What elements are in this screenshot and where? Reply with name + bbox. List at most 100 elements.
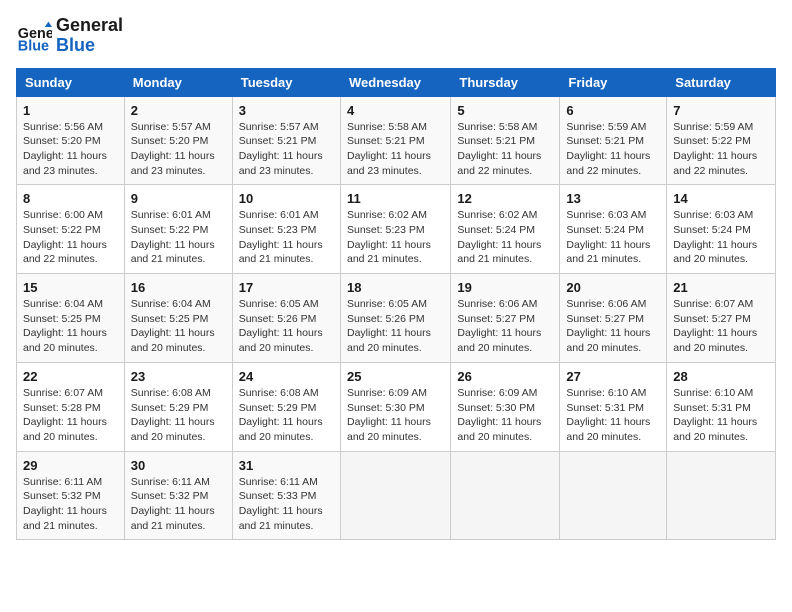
day-number: 19 xyxy=(457,280,553,295)
day-cell: 28 Sunrise: 6:10 AMSunset: 5:31 PMDayligh… xyxy=(667,362,776,451)
day-cell: 20 Sunrise: 6:06 AMSunset: 5:27 PMDayligh… xyxy=(560,274,667,363)
header-saturday: Saturday xyxy=(667,68,776,96)
day-info: Sunrise: 6:04 AMSunset: 5:25 PMDaylight:… xyxy=(23,297,118,356)
week-row-1: 1 Sunrise: 5:56 AMSunset: 5:20 PMDaylight… xyxy=(17,96,776,185)
day-info: Sunrise: 6:08 AMSunset: 5:29 PMDaylight:… xyxy=(239,386,334,445)
day-cell: 12 Sunrise: 6:02 AMSunset: 5:24 PMDayligh… xyxy=(451,185,560,274)
day-number: 12 xyxy=(457,191,553,206)
day-cell: 27 Sunrise: 6:10 AMSunset: 5:31 PMDayligh… xyxy=(560,362,667,451)
week-row-2: 8 Sunrise: 6:00 AMSunset: 5:22 PMDaylight… xyxy=(17,185,776,274)
day-cell: 7 Sunrise: 5:59 AMSunset: 5:22 PMDaylight… xyxy=(667,96,776,185)
day-number: 25 xyxy=(347,369,444,384)
day-number: 11 xyxy=(347,191,444,206)
day-number: 16 xyxy=(131,280,226,295)
header-friday: Friday xyxy=(560,68,667,96)
day-number: 29 xyxy=(23,458,118,473)
day-cell: 17Sunrise: 6:05 AMSunset: 5:26 PMDayligh… xyxy=(232,274,340,363)
day-cell: 23Sunrise: 6:08 AMSunset: 5:29 PMDayligh… xyxy=(124,362,232,451)
day-number: 1 xyxy=(23,103,118,118)
day-info: Sunrise: 6:09 AMSunset: 5:30 PMDaylight:… xyxy=(347,386,444,445)
day-cell: 18 Sunrise: 6:05 AMSunset: 5:26 PMDayligh… xyxy=(340,274,450,363)
day-number: 20 xyxy=(566,280,660,295)
day-info: Sunrise: 5:58 AMSunset: 5:21 PMDaylight:… xyxy=(457,120,553,179)
day-info: Sunrise: 5:58 AMSunset: 5:21 PMDaylight:… xyxy=(347,120,444,179)
day-cell: 1 Sunrise: 5:56 AMSunset: 5:20 PMDaylight… xyxy=(17,96,125,185)
day-cell: 13 Sunrise: 6:03 AMSunset: 5:24 PMDayligh… xyxy=(560,185,667,274)
day-cell xyxy=(340,451,450,540)
day-number: 27 xyxy=(566,369,660,384)
day-cell: 21Sunrise: 6:07 AMSunset: 5:27 PMDayligh… xyxy=(667,274,776,363)
day-number: 10 xyxy=(239,191,334,206)
week-row-4: 22Sunrise: 6:07 AMSunset: 5:28 PMDayligh… xyxy=(17,362,776,451)
day-number: 26 xyxy=(457,369,553,384)
day-info: Sunrise: 6:07 AMSunset: 5:28 PMDaylight:… xyxy=(23,386,118,445)
day-number: 3 xyxy=(239,103,334,118)
day-number: 6 xyxy=(566,103,660,118)
day-info: Sunrise: 6:10 AMSunset: 5:31 PMDaylight:… xyxy=(566,386,660,445)
day-cell: 4 Sunrise: 5:58 AMSunset: 5:21 PMDaylight… xyxy=(340,96,450,185)
day-info: Sunrise: 6:09 AMSunset: 5:30 PMDaylight:… xyxy=(457,386,553,445)
day-info: Sunrise: 6:01 AMSunset: 5:22 PMDaylight:… xyxy=(131,208,226,267)
day-number: 5 xyxy=(457,103,553,118)
day-number: 7 xyxy=(673,103,769,118)
logo: General Blue General Blue xyxy=(16,16,123,56)
day-info: Sunrise: 6:11 AMSunset: 5:32 PMDaylight:… xyxy=(131,475,226,534)
day-number: 4 xyxy=(347,103,444,118)
day-info: Sunrise: 6:02 AMSunset: 5:23 PMDaylight:… xyxy=(347,208,444,267)
day-number: 13 xyxy=(566,191,660,206)
header-tuesday: Tuesday xyxy=(232,68,340,96)
day-number: 18 xyxy=(347,280,444,295)
day-cell: 10 Sunrise: 6:01 AMSunset: 5:23 PMDayligh… xyxy=(232,185,340,274)
week-row-5: 29 Sunrise: 6:11 AMSunset: 5:32 PMDayligh… xyxy=(17,451,776,540)
header-monday: Monday xyxy=(124,68,232,96)
calendar-table: SundayMondayTuesdayWednesdayThursdayFrid… xyxy=(16,68,776,541)
day-info: Sunrise: 5:56 AMSunset: 5:20 PMDaylight:… xyxy=(23,120,118,179)
day-cell: 22Sunrise: 6:07 AMSunset: 5:28 PMDayligh… xyxy=(17,362,125,451)
calendar-header-row: SundayMondayTuesdayWednesdayThursdayFrid… xyxy=(17,68,776,96)
day-cell xyxy=(667,451,776,540)
day-number: 8 xyxy=(23,191,118,206)
day-number: 17 xyxy=(239,280,334,295)
day-info: Sunrise: 6:02 AMSunset: 5:24 PMDaylight:… xyxy=(457,208,553,267)
day-cell: 5 Sunrise: 5:58 AMSunset: 5:21 PMDaylight… xyxy=(451,96,560,185)
day-info: Sunrise: 6:01 AMSunset: 5:23 PMDaylight:… xyxy=(239,208,334,267)
day-cell: 3Sunrise: 5:57 AMSunset: 5:21 PMDaylight… xyxy=(232,96,340,185)
day-number: 14 xyxy=(673,191,769,206)
logo-icon: General Blue xyxy=(16,18,52,54)
day-number: 9 xyxy=(131,191,226,206)
day-info: Sunrise: 6:05 AMSunset: 5:26 PMDaylight:… xyxy=(347,297,444,356)
day-cell: 31 Sunrise: 6:11 AMSunset: 5:33 PMDayligh… xyxy=(232,451,340,540)
day-cell: 29Sunrise: 6:11 AMSunset: 5:32 PMDayligh… xyxy=(17,451,125,540)
day-cell: 8 Sunrise: 6:00 AMSunset: 5:22 PMDaylight… xyxy=(17,185,125,274)
day-number: 24 xyxy=(239,369,334,384)
day-cell: 14 Sunrise: 6:03 AMSunset: 5:24 PMDayligh… xyxy=(667,185,776,274)
day-info: Sunrise: 5:59 AMSunset: 5:22 PMDaylight:… xyxy=(673,120,769,179)
header-thursday: Thursday xyxy=(451,68,560,96)
day-cell: 19 Sunrise: 6:06 AMSunset: 5:27 PMDayligh… xyxy=(451,274,560,363)
day-cell: 26 Sunrise: 6:09 AMSunset: 5:30 PMDayligh… xyxy=(451,362,560,451)
day-cell: 30 Sunrise: 6:11 AMSunset: 5:32 PMDayligh… xyxy=(124,451,232,540)
day-info: Sunrise: 6:11 AMSunset: 5:33 PMDaylight:… xyxy=(239,475,334,534)
day-cell: 25 Sunrise: 6:09 AMSunset: 5:30 PMDayligh… xyxy=(340,362,450,451)
day-info: Sunrise: 5:57 AMSunset: 5:20 PMDaylight:… xyxy=(131,120,226,179)
day-info: Sunrise: 6:07 AMSunset: 5:27 PMDaylight:… xyxy=(673,297,769,356)
day-info: Sunrise: 6:08 AMSunset: 5:29 PMDaylight:… xyxy=(131,386,226,445)
day-info: Sunrise: 6:04 AMSunset: 5:25 PMDaylight:… xyxy=(131,297,226,356)
day-info: Sunrise: 6:10 AMSunset: 5:31 PMDaylight:… xyxy=(673,386,769,445)
day-info: Sunrise: 6:00 AMSunset: 5:22 PMDaylight:… xyxy=(23,208,118,267)
day-cell: 24 Sunrise: 6:08 AMSunset: 5:29 PMDayligh… xyxy=(232,362,340,451)
week-row-3: 15Sunrise: 6:04 AMSunset: 5:25 PMDayligh… xyxy=(17,274,776,363)
day-cell: 6Sunrise: 5:59 AMSunset: 5:21 PMDaylight… xyxy=(560,96,667,185)
day-info: Sunrise: 6:03 AMSunset: 5:24 PMDaylight:… xyxy=(673,208,769,267)
day-info: Sunrise: 6:06 AMSunset: 5:27 PMDaylight:… xyxy=(457,297,553,356)
day-cell: 15Sunrise: 6:04 AMSunset: 5:25 PMDayligh… xyxy=(17,274,125,363)
day-number: 31 xyxy=(239,458,334,473)
day-number: 28 xyxy=(673,369,769,384)
day-number: 30 xyxy=(131,458,226,473)
header-wednesday: Wednesday xyxy=(340,68,450,96)
svg-text:Blue: Blue xyxy=(18,38,49,54)
day-info: Sunrise: 6:03 AMSunset: 5:24 PMDaylight:… xyxy=(566,208,660,267)
day-cell: 2Sunrise: 5:57 AMSunset: 5:20 PMDaylight… xyxy=(124,96,232,185)
logo-blue-text: Blue xyxy=(56,36,123,56)
day-info: Sunrise: 6:06 AMSunset: 5:27 PMDaylight:… xyxy=(566,297,660,356)
